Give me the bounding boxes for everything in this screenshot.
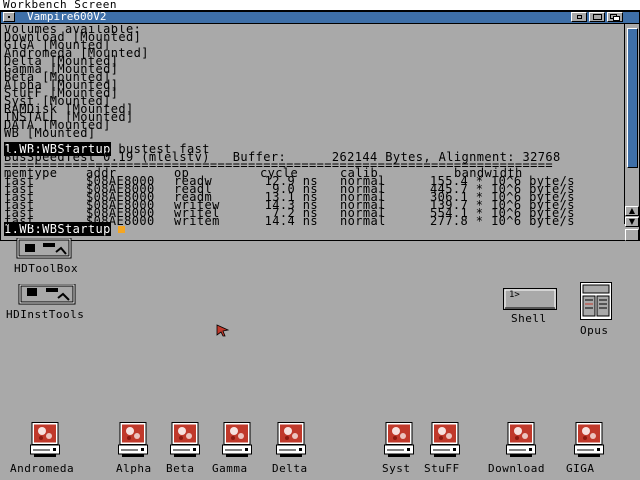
mouse-pointer-icon <box>216 324 230 337</box>
hdinsttools-icon-graphic <box>18 283 76 305</box>
drive-icon-syst[interactable]: Syst <box>382 422 414 475</box>
vertical-scrollbar[interactable] <box>624 24 639 224</box>
opus-icon-graphic <box>580 282 612 320</box>
harddisk-icon <box>276 422 306 457</box>
resize-gadget[interactable] <box>625 229 639 241</box>
harddisk-icon <box>222 422 252 457</box>
drive-label: StuFF <box>424 462 460 475</box>
drive-icon-stuff[interactable]: StuFF <box>424 422 460 475</box>
drive-label: Delta <box>272 462 308 475</box>
hdinsttools-icon[interactable]: HDInstTools <box>6 283 84 321</box>
shell-icon-prompt: 1> <box>509 290 520 300</box>
drive-label: GIGA <box>566 462 595 475</box>
harddisk-icon <box>118 422 148 457</box>
harddisk-icon <box>506 422 536 457</box>
drive-icon-giga[interactable]: GIGA <box>566 422 604 475</box>
hdtoolbox-icon[interactable]: HDToolBox <box>14 237 78 275</box>
harddisk-icon <box>170 422 200 457</box>
table-cell: fast <box>4 214 35 228</box>
scroll-up-arrow[interactable]: ▲ <box>625 206 639 216</box>
opus-label: Opus <box>580 324 609 337</box>
drive-label: Syst <box>382 462 411 475</box>
console-output[interactable]: Volumes available: Download [Mounted] GI… <box>4 25 619 239</box>
drive-icon-delta[interactable]: Delta <box>272 422 307 475</box>
opus-icon[interactable]: Opus <box>580 282 612 337</box>
drive-icon-gamma[interactable]: Gamma <box>212 422 252 475</box>
harddisk-icon <box>384 422 414 457</box>
drive-icon-beta[interactable]: Beta <box>166 422 200 475</box>
hdtoolbox-icon-graphic <box>16 237 72 259</box>
window-title: Vampire600V2 <box>27 10 107 23</box>
table-cell: normal <box>340 214 386 228</box>
harddisk-icon <box>430 422 460 457</box>
depth-gadget[interactable] <box>607 12 623 22</box>
shell-label: Shell <box>511 312 547 325</box>
drive-label: Alpha <box>116 462 152 475</box>
table-cell: writem <box>174 214 220 228</box>
drive-icon-andromeda[interactable]: Andromeda <box>10 422 74 475</box>
drive-icon-download[interactable]: Download <box>488 422 544 475</box>
shell-window[interactable]: Vampire600V2 Volumes available: Download… <box>0 10 640 241</box>
drive-label: Andromeda <box>10 462 75 475</box>
drive-icon-alpha[interactable]: Alpha <box>116 422 151 475</box>
drive-label: Beta <box>166 462 195 475</box>
table-cell: 277.8 * 10^6 byte/s <box>430 214 575 228</box>
scroll-down-arrow[interactable]: ▼ <box>625 217 639 227</box>
table-row: fast $08AE8000 writem 14.4 ns normal 277.8 * … <box>4 214 619 228</box>
drive-label: Download <box>488 462 545 475</box>
window-title-bar[interactable]: Vampire600V2 <box>1 10 639 24</box>
iconify-gadget[interactable] <box>571 12 587 22</box>
shell-icon[interactable]: 1> Shell <box>503 288 557 325</box>
hdinsttools-label: HDInstTools <box>6 308 85 321</box>
console-line: DATA [Mounted] <box>4 118 111 132</box>
hdtoolbox-label: HDToolBox <box>14 262 79 275</box>
zoom-gadget[interactable] <box>589 12 605 22</box>
harddisk-icon <box>574 422 604 457</box>
table-cell: 14.4 ns <box>264 214 318 228</box>
drive-label: Gamma <box>212 462 248 475</box>
harddisk-icon <box>30 422 60 457</box>
table-cell: $08AE8000 <box>86 214 155 228</box>
scrollbar-knob[interactable] <box>627 28 638 168</box>
close-gadget[interactable] <box>3 12 15 22</box>
